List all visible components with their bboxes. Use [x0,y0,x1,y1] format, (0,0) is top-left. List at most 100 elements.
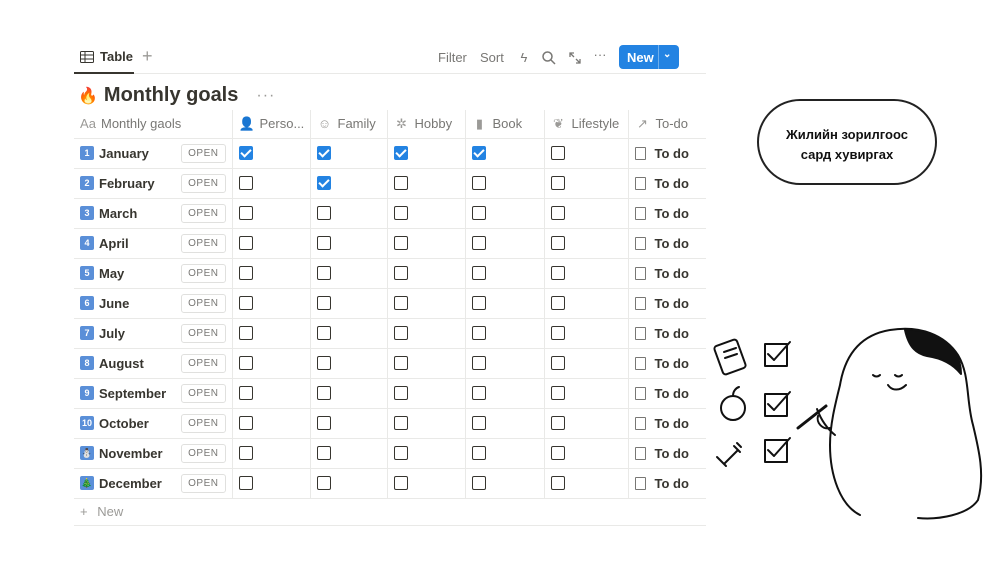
todo-link[interactable]: To do [655,446,689,461]
checkbox-cell[interactable] [231,258,310,289]
checkbox-cell[interactable] [464,288,544,319]
checkbox-cell[interactable] [464,348,544,379]
table-row[interactable]: 🎄 December OPEN To do [74,468,706,499]
month-name[interactable]: February [99,176,155,191]
checkbox-cell[interactable] [309,408,387,439]
checkbox[interactable] [550,325,565,340]
checkbox[interactable] [550,415,565,430]
todo-link[interactable]: To do [655,416,689,431]
table-row[interactable]: 2 February OPEN To do [74,168,706,199]
todo-cell[interactable]: To do [627,138,706,169]
checkbox-cell[interactable] [231,468,310,499]
checkbox-cell[interactable] [543,138,628,169]
chevron-down-icon[interactable]: ⌄ [663,49,671,60]
checkbox-cell[interactable] [543,408,628,439]
todo-link[interactable]: To do [655,236,689,251]
checkbox-cell[interactable] [231,168,310,199]
checkbox[interactable] [471,325,486,340]
open-button[interactable]: OPEN [181,323,226,343]
checkbox[interactable] [238,145,253,160]
checkbox[interactable] [393,145,408,160]
checkbox-cell[interactable] [543,198,628,229]
search-icon[interactable] [541,50,557,66]
checkbox[interactable] [316,205,331,220]
checkbox[interactable] [471,205,486,220]
todo-link[interactable]: To do [655,206,689,221]
checkbox[interactable] [393,445,408,460]
column-header-book[interactable]: ▮ Book [464,110,544,139]
checkbox-cell[interactable] [309,258,387,289]
checkbox[interactable] [393,415,408,430]
open-button[interactable]: OPEN [181,293,226,313]
lightning-icon[interactable]: ϟ [516,50,532,66]
checkbox-cell[interactable] [464,228,544,259]
checkbox[interactable] [471,415,486,430]
open-button[interactable]: OPEN [181,143,226,163]
checkbox-cell[interactable] [231,408,310,439]
month-cell[interactable]: 9 September OPEN [74,378,232,409]
checkbox-cell[interactable] [543,258,628,289]
checkbox[interactable] [316,385,331,400]
checkbox[interactable] [316,235,331,250]
column-header-lifestyle[interactable]: ❦ Lifestyle [543,110,628,139]
checkbox-cell[interactable] [464,468,544,499]
todo-link[interactable]: To do [655,176,689,191]
checkbox-cell[interactable] [543,378,628,409]
todo-cell[interactable]: To do [627,438,706,469]
checkbox-cell[interactable] [464,318,544,349]
month-cell[interactable]: ⛄ November OPEN [74,438,232,469]
checkbox-cell[interactable] [464,198,544,229]
todo-link[interactable]: To do [655,266,689,281]
table-row[interactable]: 6 June OPEN To do [74,288,706,319]
month-name[interactable]: July [99,326,125,341]
month-cell[interactable]: 4 April OPEN [74,228,232,259]
checkbox[interactable] [238,325,253,340]
checkbox-cell[interactable] [309,228,387,259]
month-name[interactable]: October [99,416,149,431]
month-name[interactable]: January [99,146,149,161]
month-cell[interactable]: 8 August OPEN [74,348,232,379]
checkbox-cell[interactable] [543,348,628,379]
month-cell[interactable]: 1 January OPEN [74,138,232,169]
todo-cell[interactable]: To do [627,168,706,199]
checkbox-cell[interactable] [309,468,387,499]
checkbox-cell[interactable] [386,228,465,259]
open-button[interactable]: OPEN [181,353,226,373]
month-name[interactable]: August [99,356,144,371]
checkbox[interactable] [471,145,486,160]
open-button[interactable]: OPEN [181,173,226,193]
checkbox-cell[interactable] [464,138,544,169]
checkbox-cell[interactable] [309,288,387,319]
todo-link[interactable]: To do [655,386,689,401]
checkbox[interactable] [471,235,486,250]
checkbox-cell[interactable] [231,438,310,469]
todo-link[interactable]: To do [655,296,689,311]
table-row[interactable]: 3 March OPEN To do [74,198,706,229]
month-name[interactable]: November [99,446,163,461]
checkbox-cell[interactable] [386,168,465,199]
month-cell[interactable]: 10 October OPEN [74,408,232,439]
month-cell[interactable]: 🎄 December OPEN [74,468,232,499]
checkbox[interactable] [316,325,331,340]
checkbox[interactable] [316,355,331,370]
checkbox-cell[interactable] [386,318,465,349]
todo-cell[interactable]: To do [627,198,706,229]
checkbox-cell[interactable] [231,138,310,169]
todo-cell[interactable]: To do [627,228,706,259]
open-button[interactable]: OPEN [181,383,226,403]
month-name[interactable]: September [99,386,166,401]
checkbox-cell[interactable] [464,168,544,199]
month-name[interactable]: March [99,206,137,221]
checkbox[interactable] [238,385,253,400]
checkbox[interactable] [471,295,486,310]
table-row[interactable]: 4 April OPEN To do [74,228,706,259]
checkbox-cell[interactable] [309,438,387,469]
checkbox[interactable] [550,235,565,250]
checkbox-cell[interactable] [231,318,310,349]
open-button[interactable]: OPEN [181,413,226,433]
checkbox[interactable] [550,295,565,310]
checkbox-cell[interactable] [464,438,544,469]
checkbox-cell[interactable] [386,288,465,319]
todo-cell[interactable]: To do [627,408,706,439]
table-row[interactable]: 7 July OPEN To do [74,318,706,349]
